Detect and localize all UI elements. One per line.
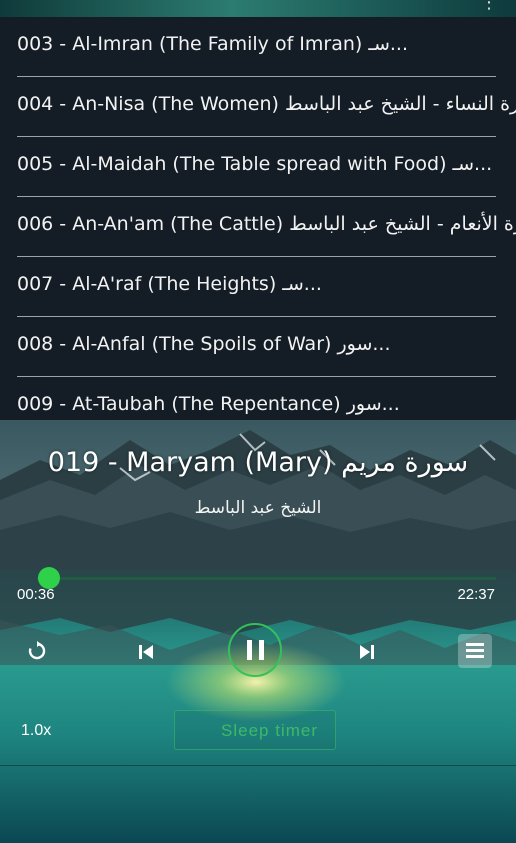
surah-list: 003 - Al-Imran (The Family of Imran) سـ.… xyxy=(0,17,516,420)
playlist-icon xyxy=(466,643,484,646)
pause-button[interactable] xyxy=(228,623,282,677)
playlist-button[interactable] xyxy=(458,634,492,668)
list-item[interactable]: 007 - Al-A'raf (The Heights) سـ... xyxy=(0,257,516,317)
playback-speed-button[interactable]: 1.0x xyxy=(21,722,51,740)
list-item-title: 004 - An-Nisa (The Women) سورة النساء - … xyxy=(17,93,516,115)
list-item-title: 007 - Al-A'raf (The Heights) سـ... xyxy=(17,273,322,295)
top-banner-strip: ⋮ xyxy=(0,0,516,17)
track-title: 019 - Maryam (Mary) سورة مريم xyxy=(47,447,469,478)
list-item-title: 003 - Al-Imran (The Family of Imran) سـ.… xyxy=(17,33,408,55)
list-item[interactable]: 006 - An-An'am (The Cattle) سورة الأنعام… xyxy=(0,197,516,257)
time-total: 22:37 xyxy=(457,586,495,603)
next-button[interactable] xyxy=(357,642,377,662)
list-item[interactable]: 003 - Al-Imran (The Family of Imran) سـ.… xyxy=(0,17,516,77)
repeat-icon xyxy=(28,641,46,660)
repeat-button[interactable] xyxy=(26,640,48,662)
sleep-timer-label: Sleep timer xyxy=(221,721,318,740)
skip-previous-icon xyxy=(139,645,153,659)
divider xyxy=(0,765,516,766)
previous-button[interactable] xyxy=(136,642,156,662)
skip-next-icon xyxy=(360,645,374,659)
pause-icon xyxy=(259,640,264,660)
list-item[interactable]: 004 - An-Nisa (The Women) سورة النساء - … xyxy=(0,77,516,137)
list-item-title: 009 - At-Taubah (The Repentance) سور... xyxy=(17,393,400,415)
sleep-timer-button[interactable]: Sleep timer xyxy=(174,710,336,750)
now-playing-panel: 019 - Maryam (Mary) سورة مريم الشيخ عبد … xyxy=(0,420,516,843)
playlist-icon xyxy=(466,655,484,658)
list-item-title: 008 - Al-Anfal (The Spoils of War) سور..… xyxy=(17,333,391,355)
time-elapsed: 00:36 xyxy=(17,586,55,603)
list-item[interactable]: 009 - At-Taubah (The Repentance) سور... xyxy=(0,377,516,420)
reciter-name: الشيخ عبد الباسط xyxy=(194,498,322,518)
list-item-title: 006 - An-An'am (The Cattle) سورة الأنعام… xyxy=(17,213,516,235)
kebab-menu-icon[interactable]: ⋮ xyxy=(480,0,498,13)
playlist-icon xyxy=(466,649,484,652)
list-item-title: 005 - Al-Maidah (The Table spread with F… xyxy=(17,153,493,175)
pause-icon xyxy=(247,640,252,660)
list-item[interactable]: 008 - Al-Anfal (The Spoils of War) سور..… xyxy=(0,317,516,377)
list-item[interactable]: 005 - Al-Maidah (The Table spread with F… xyxy=(0,137,516,197)
moon-icon xyxy=(196,721,205,739)
progress-bar[interactable] xyxy=(37,577,496,580)
